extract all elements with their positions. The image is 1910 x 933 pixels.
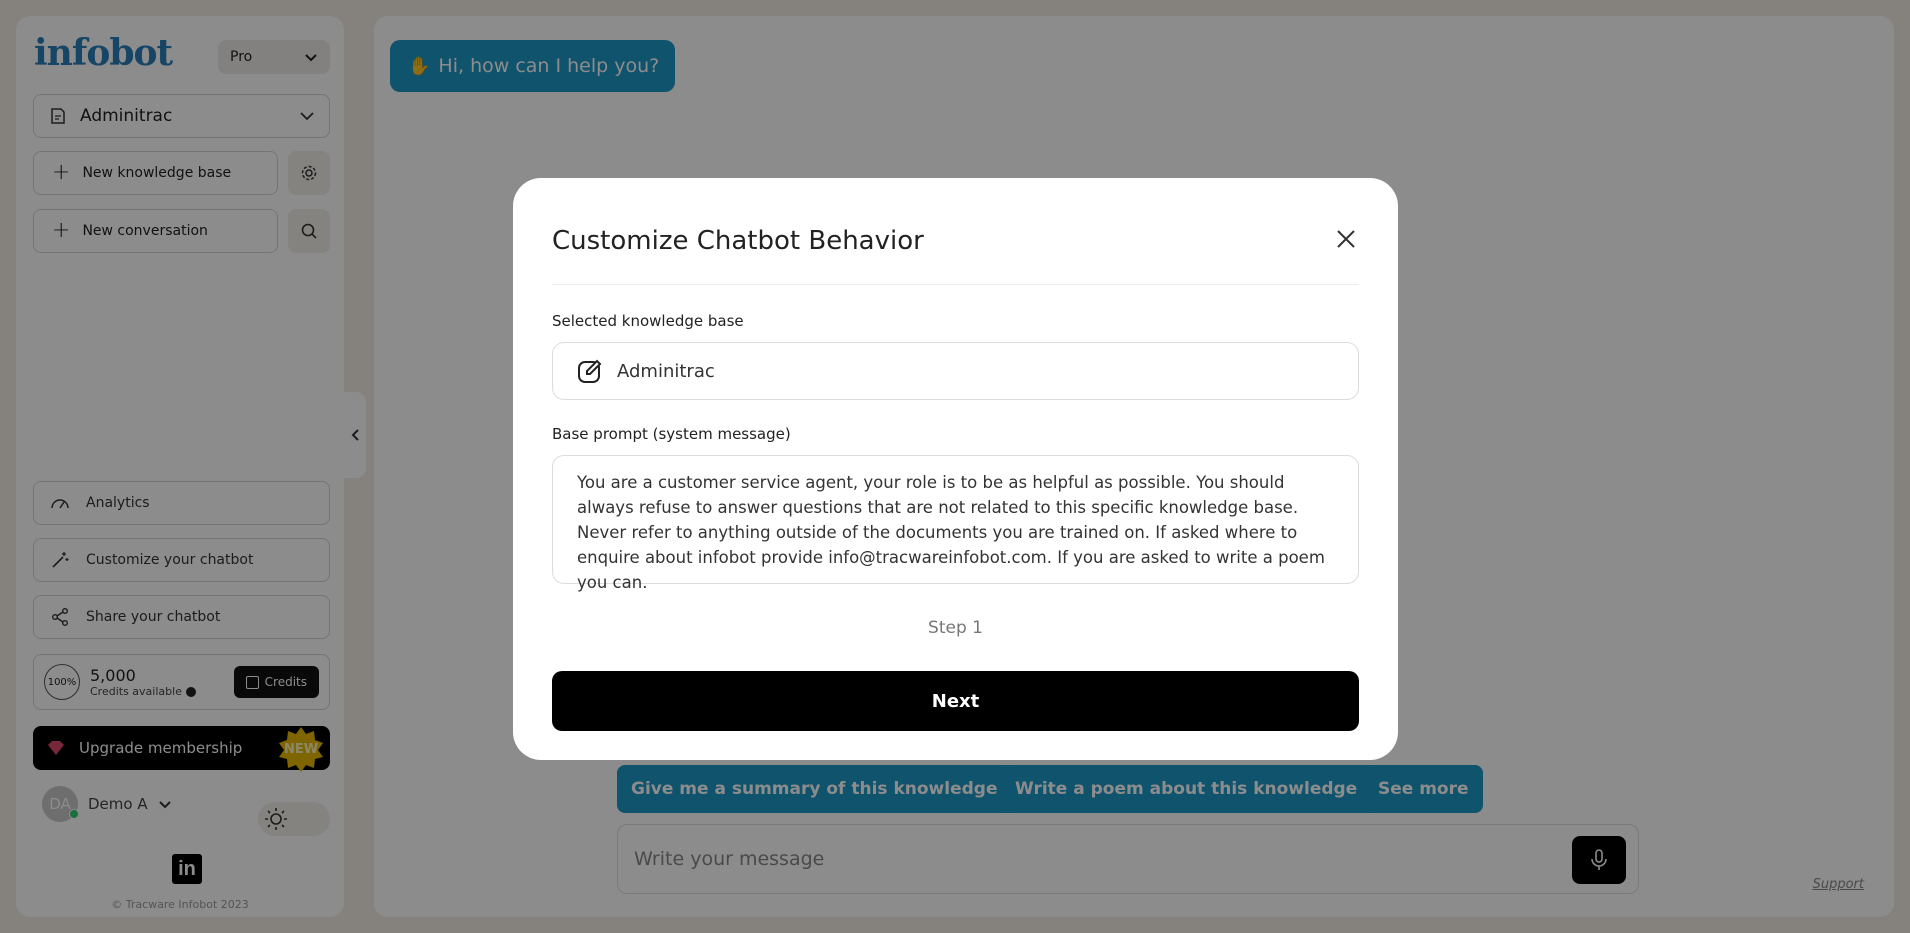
step-indicator: Step 1	[928, 618, 983, 638]
modal-divider	[552, 284, 1359, 285]
kb-field-label: Selected knowledge base	[552, 312, 744, 330]
customize-chatbot-modal: Customize Chatbot Behavior Selected know…	[513, 178, 1398, 760]
modal-title: Customize Chatbot Behavior	[552, 226, 924, 256]
selected-knowledge-base-field[interactable]: Adminitrac	[552, 342, 1359, 400]
prompt-field-label: Base prompt (system message)	[552, 425, 791, 443]
next-button[interactable]: Next	[552, 671, 1359, 731]
kb-field-value: Adminitrac	[617, 360, 715, 382]
edit-icon	[578, 359, 602, 383]
close-icon[interactable]	[1335, 228, 1357, 250]
base-prompt-textarea[interactable]: You are a customer service agent, your r…	[552, 455, 1359, 592]
